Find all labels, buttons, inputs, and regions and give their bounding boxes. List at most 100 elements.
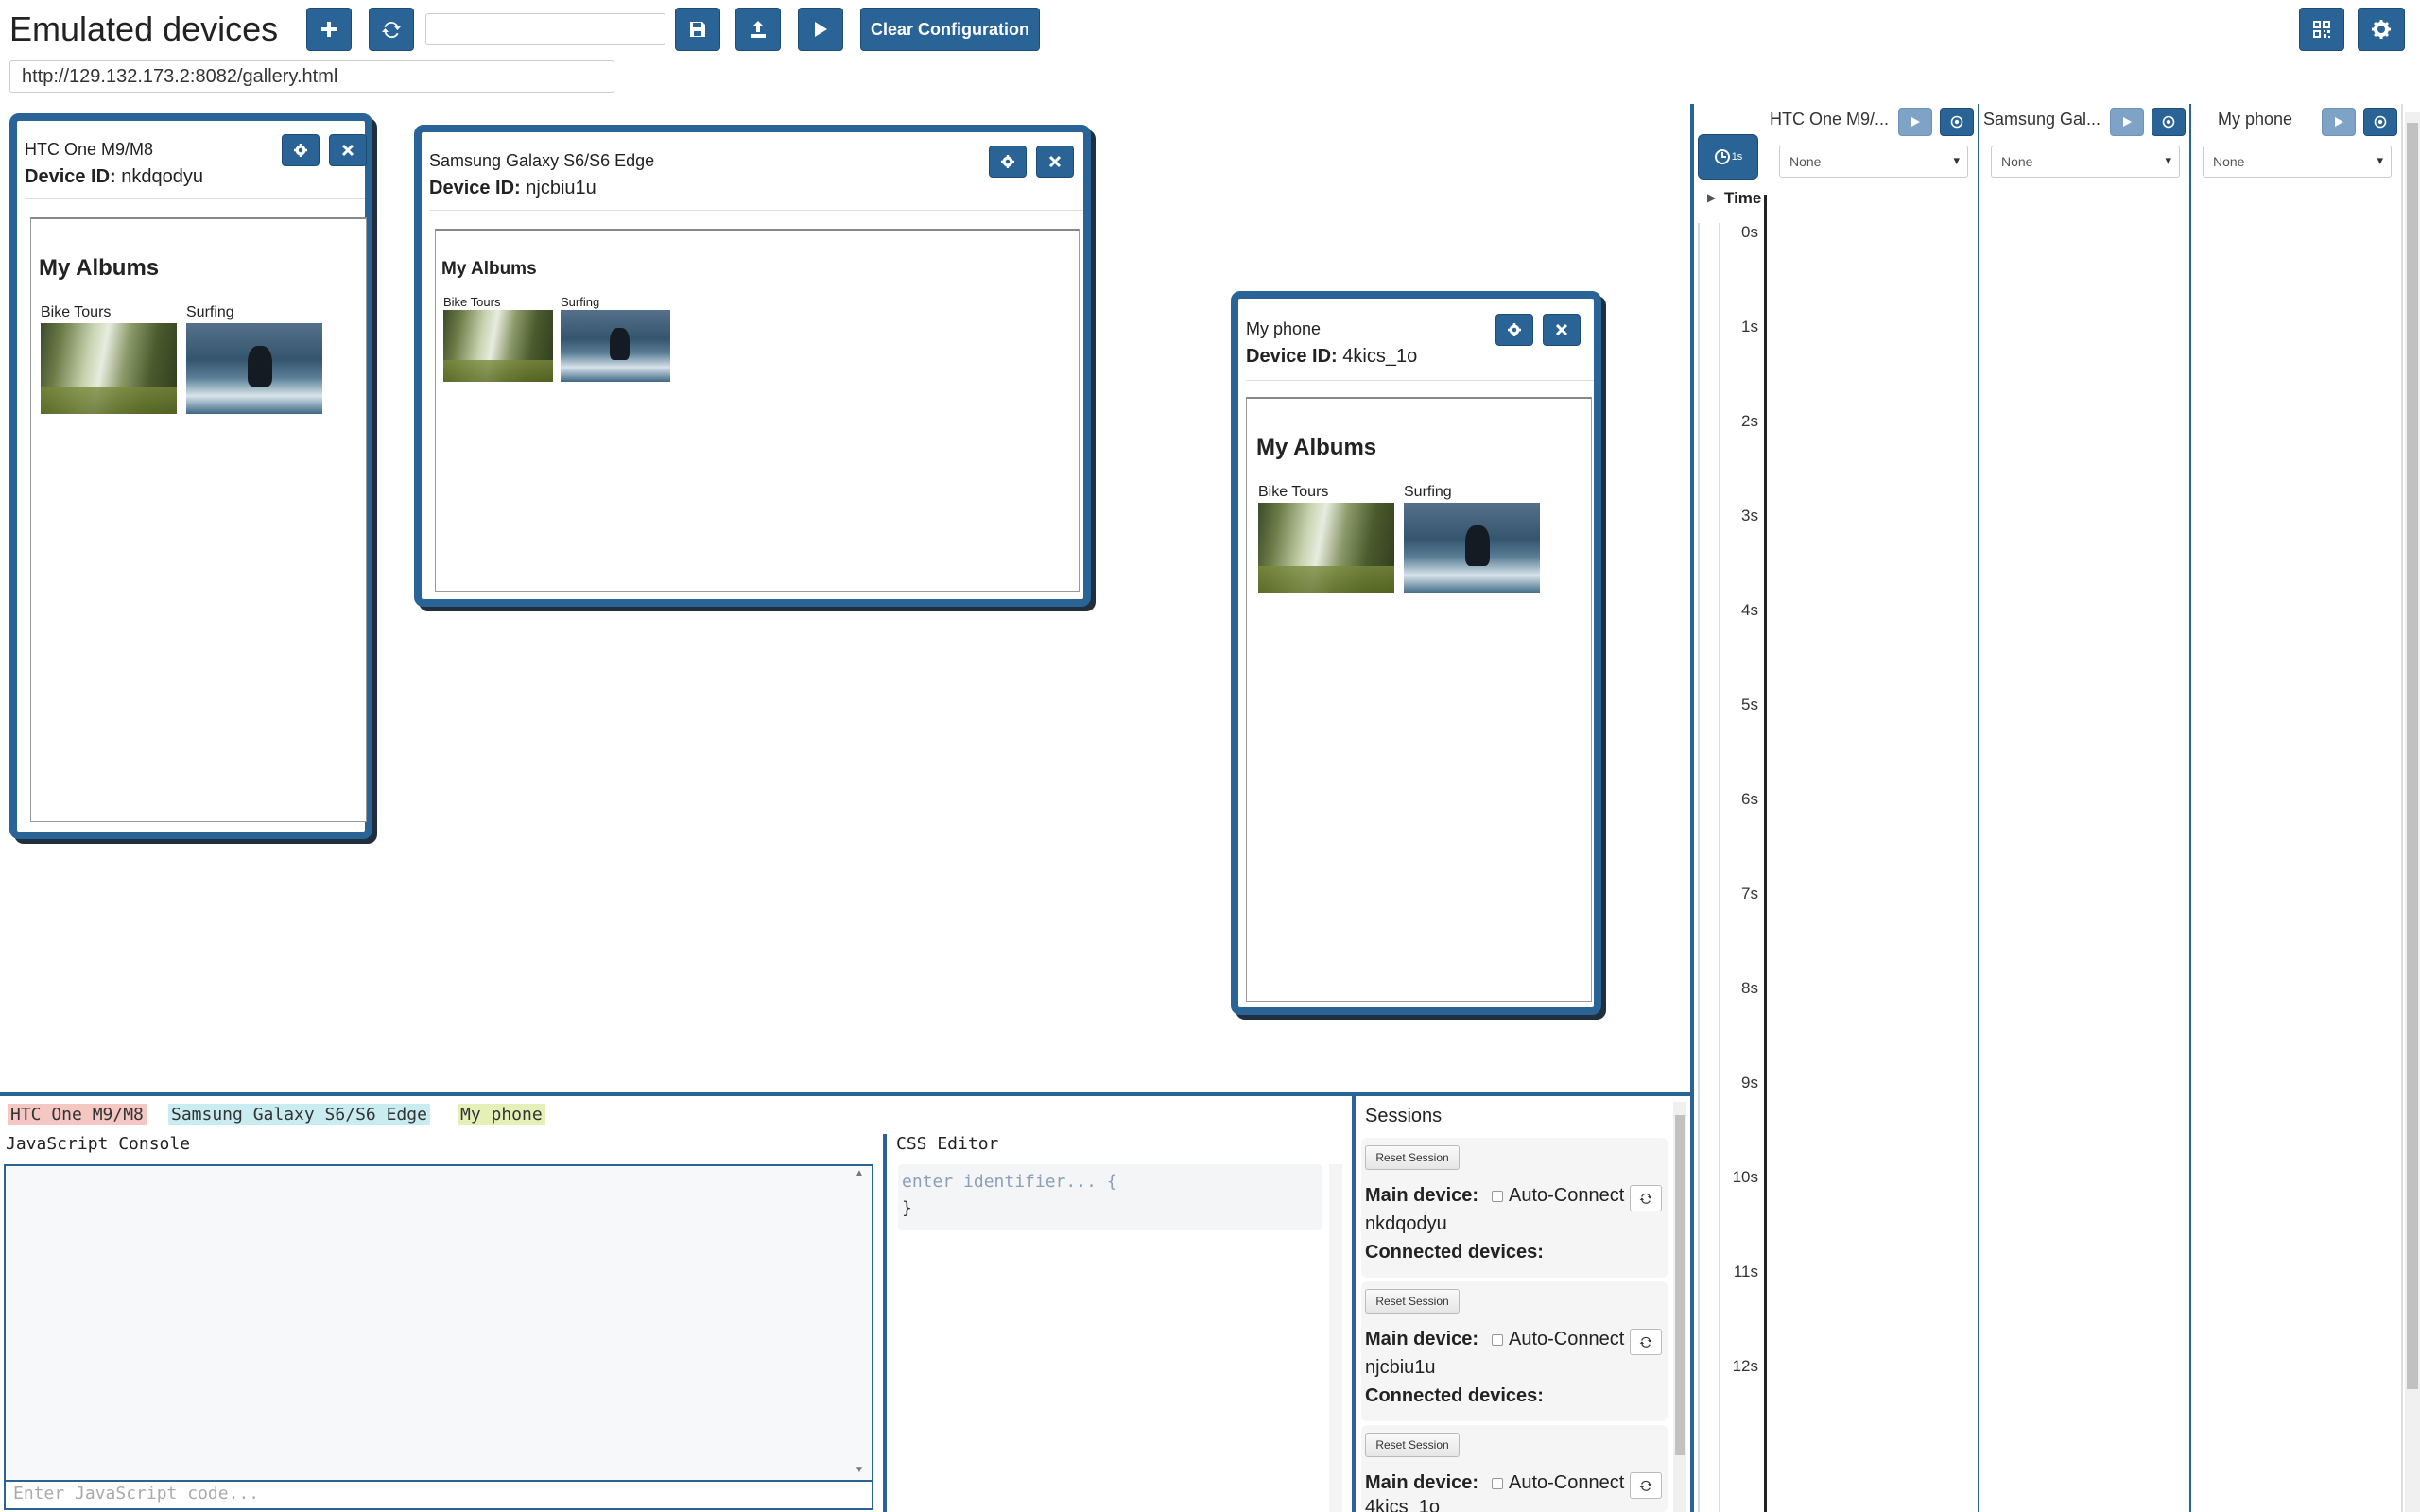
play-icon [1911,117,1920,127]
album-label: Bike Tours [443,295,501,309]
clock-interval: 1s [1731,151,1743,163]
device-settings-button[interactable] [282,134,320,166]
time-tick: 1s [1741,318,1758,335]
device-id: Device ID: nkdqodyu [25,166,204,187]
qrcode-button[interactable] [2299,8,2344,51]
reset-session-button[interactable]: Reset Session [1365,1433,1460,1457]
timeline-select[interactable]: None [1779,146,1968,178]
timeline-select[interactable]: None [1991,146,2180,178]
auto-connect-checkbox[interactable] [1492,1478,1503,1489]
device-close-button[interactable] [1543,314,1581,346]
record-icon [2162,115,2175,129]
connected-devices-label: Connected devices: [1365,1242,1544,1263]
time-tick: 11s [1733,1263,1758,1280]
main-device-id: njcbiu1u [1365,1357,1436,1378]
device-screen[interactable]: My Albums Bike Tours Surfing [30,217,367,822]
sessions-title: Sessions [1365,1106,1443,1126]
css-closing-brace: } [902,1198,912,1218]
device-settings-button[interactable] [989,146,1027,178]
timeline-record-button[interactable] [2152,108,2186,136]
css-editor-title: CSS Editor [896,1134,999,1154]
device-settings-button[interactable] [1495,314,1533,346]
settings-button[interactable] [2358,8,2405,51]
device-frame-samsung[interactable]: Samsung Galaxy S6/S6 Edge Device ID: njc… [414,125,1091,607]
time-tick: 0s [1741,223,1758,241]
scroll-down-icon[interactable]: ▼ [855,1465,864,1475]
reset-session-button[interactable]: Reset Session [1365,1289,1460,1314]
album-photo-bike-tours[interactable] [1258,503,1394,593]
device-tag-samsung[interactable]: Samsung Galaxy S6/S6 Edge [168,1104,430,1125]
record-icon [1950,115,1963,129]
session-refresh-button[interactable] [1630,1185,1662,1211]
album-photo-bike-tours[interactable] [443,310,553,382]
sessions-scroll-thumb[interactable] [1675,1115,1685,1455]
device-screen[interactable]: My Albums Bike Tours Surfing [1246,397,1592,1002]
qrcode-icon [2313,21,2330,38]
device-close-button[interactable] [1036,146,1074,178]
album-photo-bike-tours[interactable] [41,323,177,414]
album-label: Bike Tours [41,304,112,320]
auto-connect-checkbox[interactable] [1492,1334,1503,1346]
js-console-title: JavaScript Console [6,1134,191,1154]
device-frame-htc[interactable]: HTC One M9/M8 Device ID: nkdqodyu My Alb… [9,113,372,839]
timeline-play-button[interactable] [2322,108,2356,136]
expand-caret-icon[interactable]: ▶ [1707,191,1716,204]
device-close-button[interactable] [329,134,367,166]
auto-connect-label: Auto-Connect [1509,1185,1625,1206]
js-code-input[interactable]: Enter JavaScript code... [4,1482,873,1510]
play-icon [2335,117,2343,127]
time-tick: 4s [1741,601,1758,619]
clear-configuration-button[interactable]: Clear Configuration [860,8,1040,51]
main-device-id: 4kics_1o [1365,1497,1440,1512]
album-label: Surfing [1404,484,1452,500]
play-icon [2123,117,2132,127]
plus-icon [321,22,337,37]
reset-session-button[interactable]: Reset Session [1365,1145,1460,1170]
css-editor[interactable]: enter identifier... { } [898,1164,1322,1230]
session-card: Reset Session Main device: Auto-Connect … [1361,1281,1668,1421]
device-frame-my-phone[interactable]: My phone Device ID: 4kics_1o My Albums B… [1231,291,1601,1015]
album-label: Surfing [186,304,234,320]
clock-icon [1714,149,1730,164]
timeline-record-button[interactable] [2363,108,2397,136]
timeline-play-button[interactable] [2110,108,2144,136]
connected-devices-label: Connected devices: [1365,1385,1544,1406]
device-name: HTC One M9/M8 [25,140,154,159]
play-button[interactable] [798,8,843,51]
device-tag-htc[interactable]: HTC One M9/M8 [8,1104,147,1125]
upload-button[interactable] [735,8,781,51]
timeline-record-button[interactable] [1940,108,1974,136]
url-input[interactable]: http://129.132.173.2:8082/gallery.html [9,60,614,93]
css-editor-scrollbar[interactable] [1329,1164,1342,1512]
gear-icon [2372,20,2391,39]
save-button[interactable] [675,8,720,51]
timeline-select[interactable]: None [2203,146,2392,178]
main-device-id: nkdqodyu [1365,1213,1447,1234]
timeline-play-button[interactable] [1898,108,1932,136]
record-icon [2374,115,2387,129]
session-refresh-button[interactable] [1630,1472,1662,1499]
auto-connect-checkbox[interactable] [1492,1191,1503,1202]
album-photo-surfing[interactable] [1404,503,1540,593]
album-label: Bike Tours [1258,484,1329,500]
device-tag-my-phone[interactable]: My phone [458,1104,545,1125]
add-device-button[interactable] [306,8,352,51]
album-photo-surfing[interactable] [186,323,322,414]
time-axis [1764,195,1767,1512]
timeline-scroll-thumb[interactable] [2407,123,2418,1389]
device-screen[interactable]: My Albums Bike Tours Surfing [435,229,1080,592]
gear-icon [1001,155,1014,168]
time-tick: 5s [1741,696,1758,713]
refresh-button[interactable] [369,8,414,51]
play-icon [815,22,827,37]
scroll-up-icon[interactable]: ▲ [855,1168,864,1178]
floppy-disk-icon [690,22,705,37]
session-refresh-button[interactable] [1630,1329,1662,1355]
config-name-input[interactable] [425,13,666,45]
css-identifier-placeholder[interactable]: enter identifier... { [902,1172,1117,1192]
time-axis-label: Time [1724,189,1762,207]
album-photo-surfing[interactable] [561,310,670,382]
albums-title: My Albums [1256,435,1377,460]
main-device-label: Main device: [1365,1185,1479,1206]
clock-toggle-button[interactable]: 1s [1698,134,1758,180]
